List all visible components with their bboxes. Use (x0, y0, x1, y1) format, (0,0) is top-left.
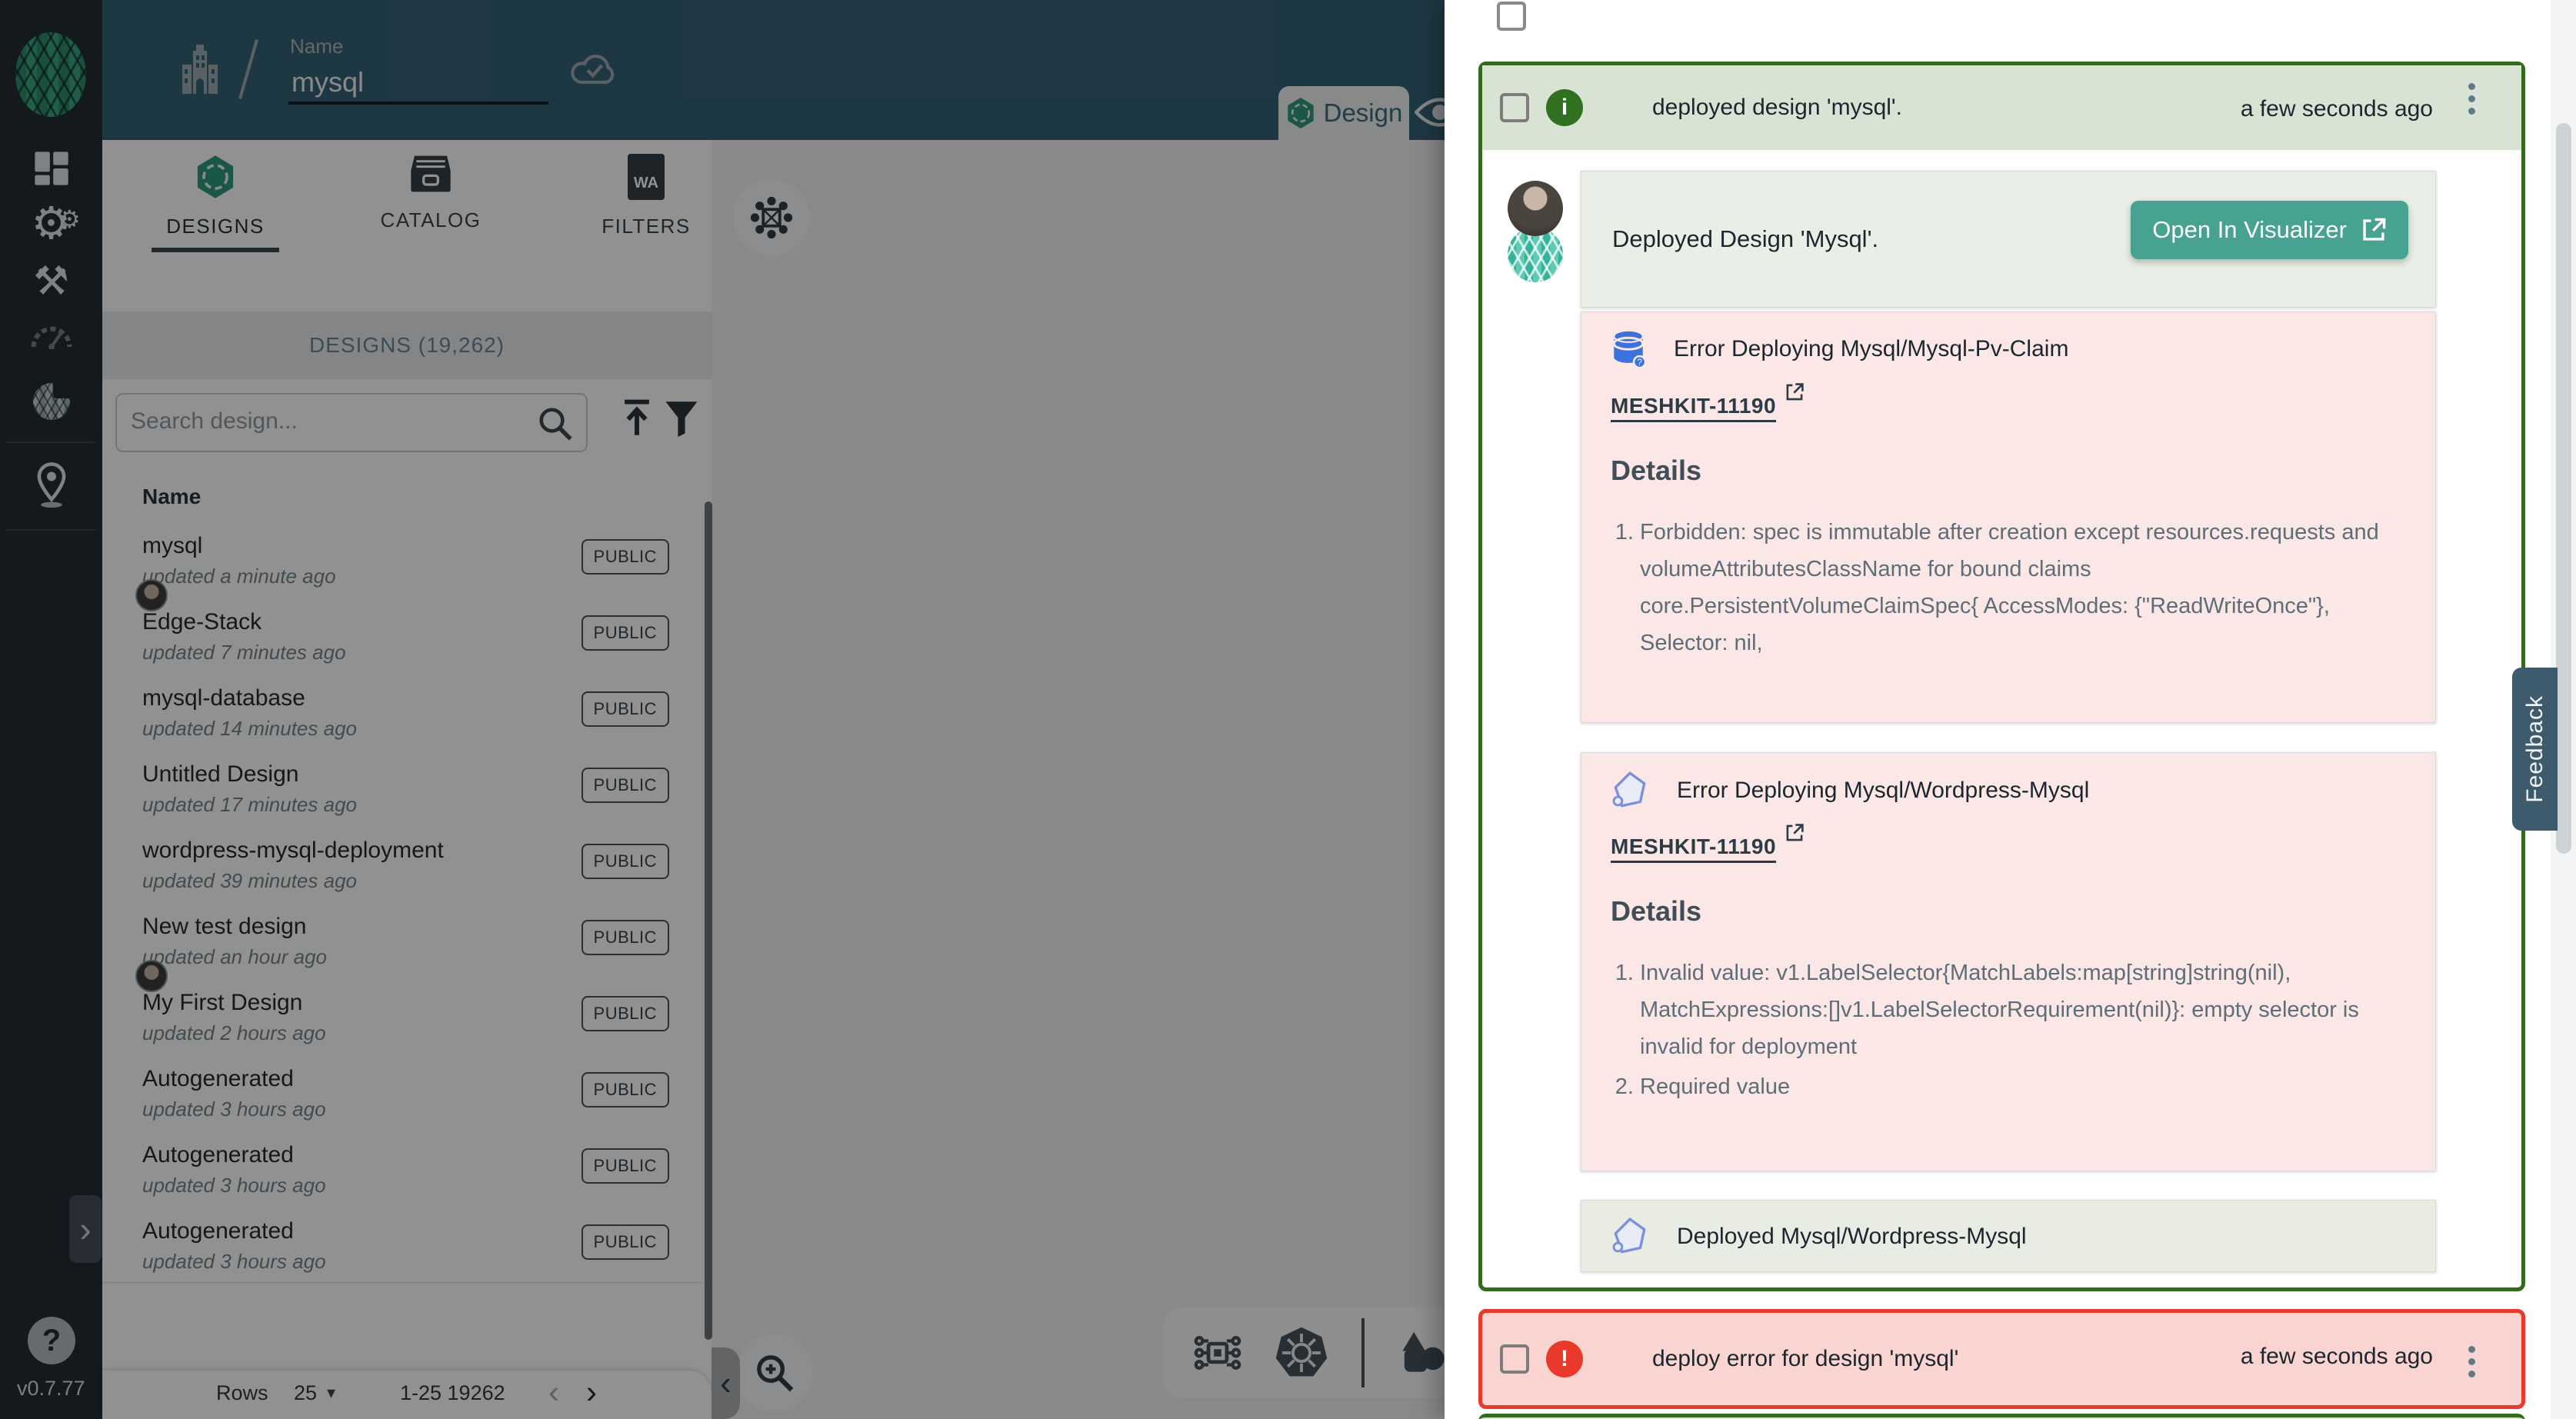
feedback-tab[interactable]: Feedback (2512, 668, 2558, 831)
kebab-menu-icon[interactable] (2464, 1341, 2479, 1383)
notification-drawer: i deployed design 'mysql'. a few seconds… (1445, 0, 2576, 1419)
meshery-app: Name Design ⚙⚙ ⚒ (0, 0, 2576, 1419)
deployed-success-text: Deployed Mysql/Wordpress-Mysql (1677, 1224, 2027, 1250)
deployed-design-section: Deployed Design 'Mysql'. Open In Visuali… (1581, 171, 2436, 308)
meshkit-error-link[interactable]: MESHKIT-11190 (1611, 394, 1776, 422)
kebab-menu-icon[interactable] (2464, 78, 2479, 120)
notification-title: deploy error for design 'mysql' (1652, 1346, 1958, 1372)
notification-card-error[interactable]: ! deploy error for design 'mysql' a few … (1478, 1309, 2525, 1409)
error-details-list: Forbidden: spec is immutable after creat… (1611, 514, 2417, 665)
info-icon: i (1546, 89, 1583, 126)
deployment-icon (1611, 770, 1649, 811)
notification-header: ! deploy error for design 'mysql' a few … (1482, 1313, 2521, 1405)
next-notification-card-edge (1478, 1414, 2525, 1419)
error-detail-item: Forbidden: spec is immutable after creat… (1640, 514, 2417, 661)
feedback-label: Feedback (2522, 695, 2548, 803)
error-title: Error Deploying Mysql/Wordpress-Mysql (1677, 778, 2089, 804)
meshkit-error-link[interactable]: MESHKIT-11190 (1611, 834, 1776, 863)
deployed-success-section: Deployed Mysql/Wordpress-Mysql (1581, 1200, 2436, 1272)
meshkit-link-wrap: MESHKIT-11190 (1611, 393, 1800, 418)
external-link-icon (2361, 217, 2387, 243)
meshkit-link-wrap: MESHKIT-11190 (1611, 834, 1800, 859)
database-icon: ? (1611, 329, 1646, 369)
notification-timestamp: a few seconds ago (2241, 96, 2433, 122)
error-section-pv-claim: ? Error Deploying Mysql/Mysql-Pv-Claim M… (1581, 311, 2436, 723)
external-link-icon (1785, 823, 1805, 843)
details-heading: Details (1611, 895, 1701, 928)
error-detail-item: Required value (1640, 1068, 2417, 1105)
error-detail-item: Invalid value: v1.LabelSelector{MatchLab… (1640, 954, 2417, 1065)
notification-checkbox[interactable] (1500, 1344, 1529, 1374)
open-in-visualizer-label: Open In Visualizer (2152, 216, 2347, 244)
user-avatar (1508, 181, 1563, 236)
notification-title: deployed design 'mysql'. (1652, 95, 1902, 121)
deployed-design-text: Deployed Design 'Mysql'. (1612, 225, 1878, 253)
notification-card-success: i deployed design 'mysql'. a few seconds… (1478, 62, 2525, 1291)
error-title: Error Deploying Mysql/Mysql-Pv-Claim (1674, 336, 2068, 362)
svg-text:?: ? (1637, 358, 1642, 368)
external-link-icon (1785, 382, 1805, 402)
drawer-scrollbar-thumb[interactable] (2556, 123, 2571, 854)
notification-header[interactable]: i deployed design 'mysql'. a few seconds… (1482, 65, 2521, 150)
error-details-list: Invalid value: v1.LabelSelector{MatchLab… (1611, 954, 2417, 1108)
dim-overlay (0, 0, 1445, 1419)
open-in-visualizer-button[interactable]: Open In Visualizer (2131, 201, 2408, 259)
select-all-checkbox[interactable] (1497, 2, 1526, 31)
error-section-wordpress-mysql: Error Deploying Mysql/Wordpress-Mysql ME… (1581, 752, 2436, 1171)
details-heading: Details (1611, 455, 1701, 487)
deployment-icon (1611, 1216, 1649, 1257)
notification-timestamp: a few seconds ago (2241, 1344, 2433, 1370)
notification-checkbox[interactable] (1500, 93, 1529, 122)
error-exclamation-icon: ! (1546, 1341, 1583, 1377)
